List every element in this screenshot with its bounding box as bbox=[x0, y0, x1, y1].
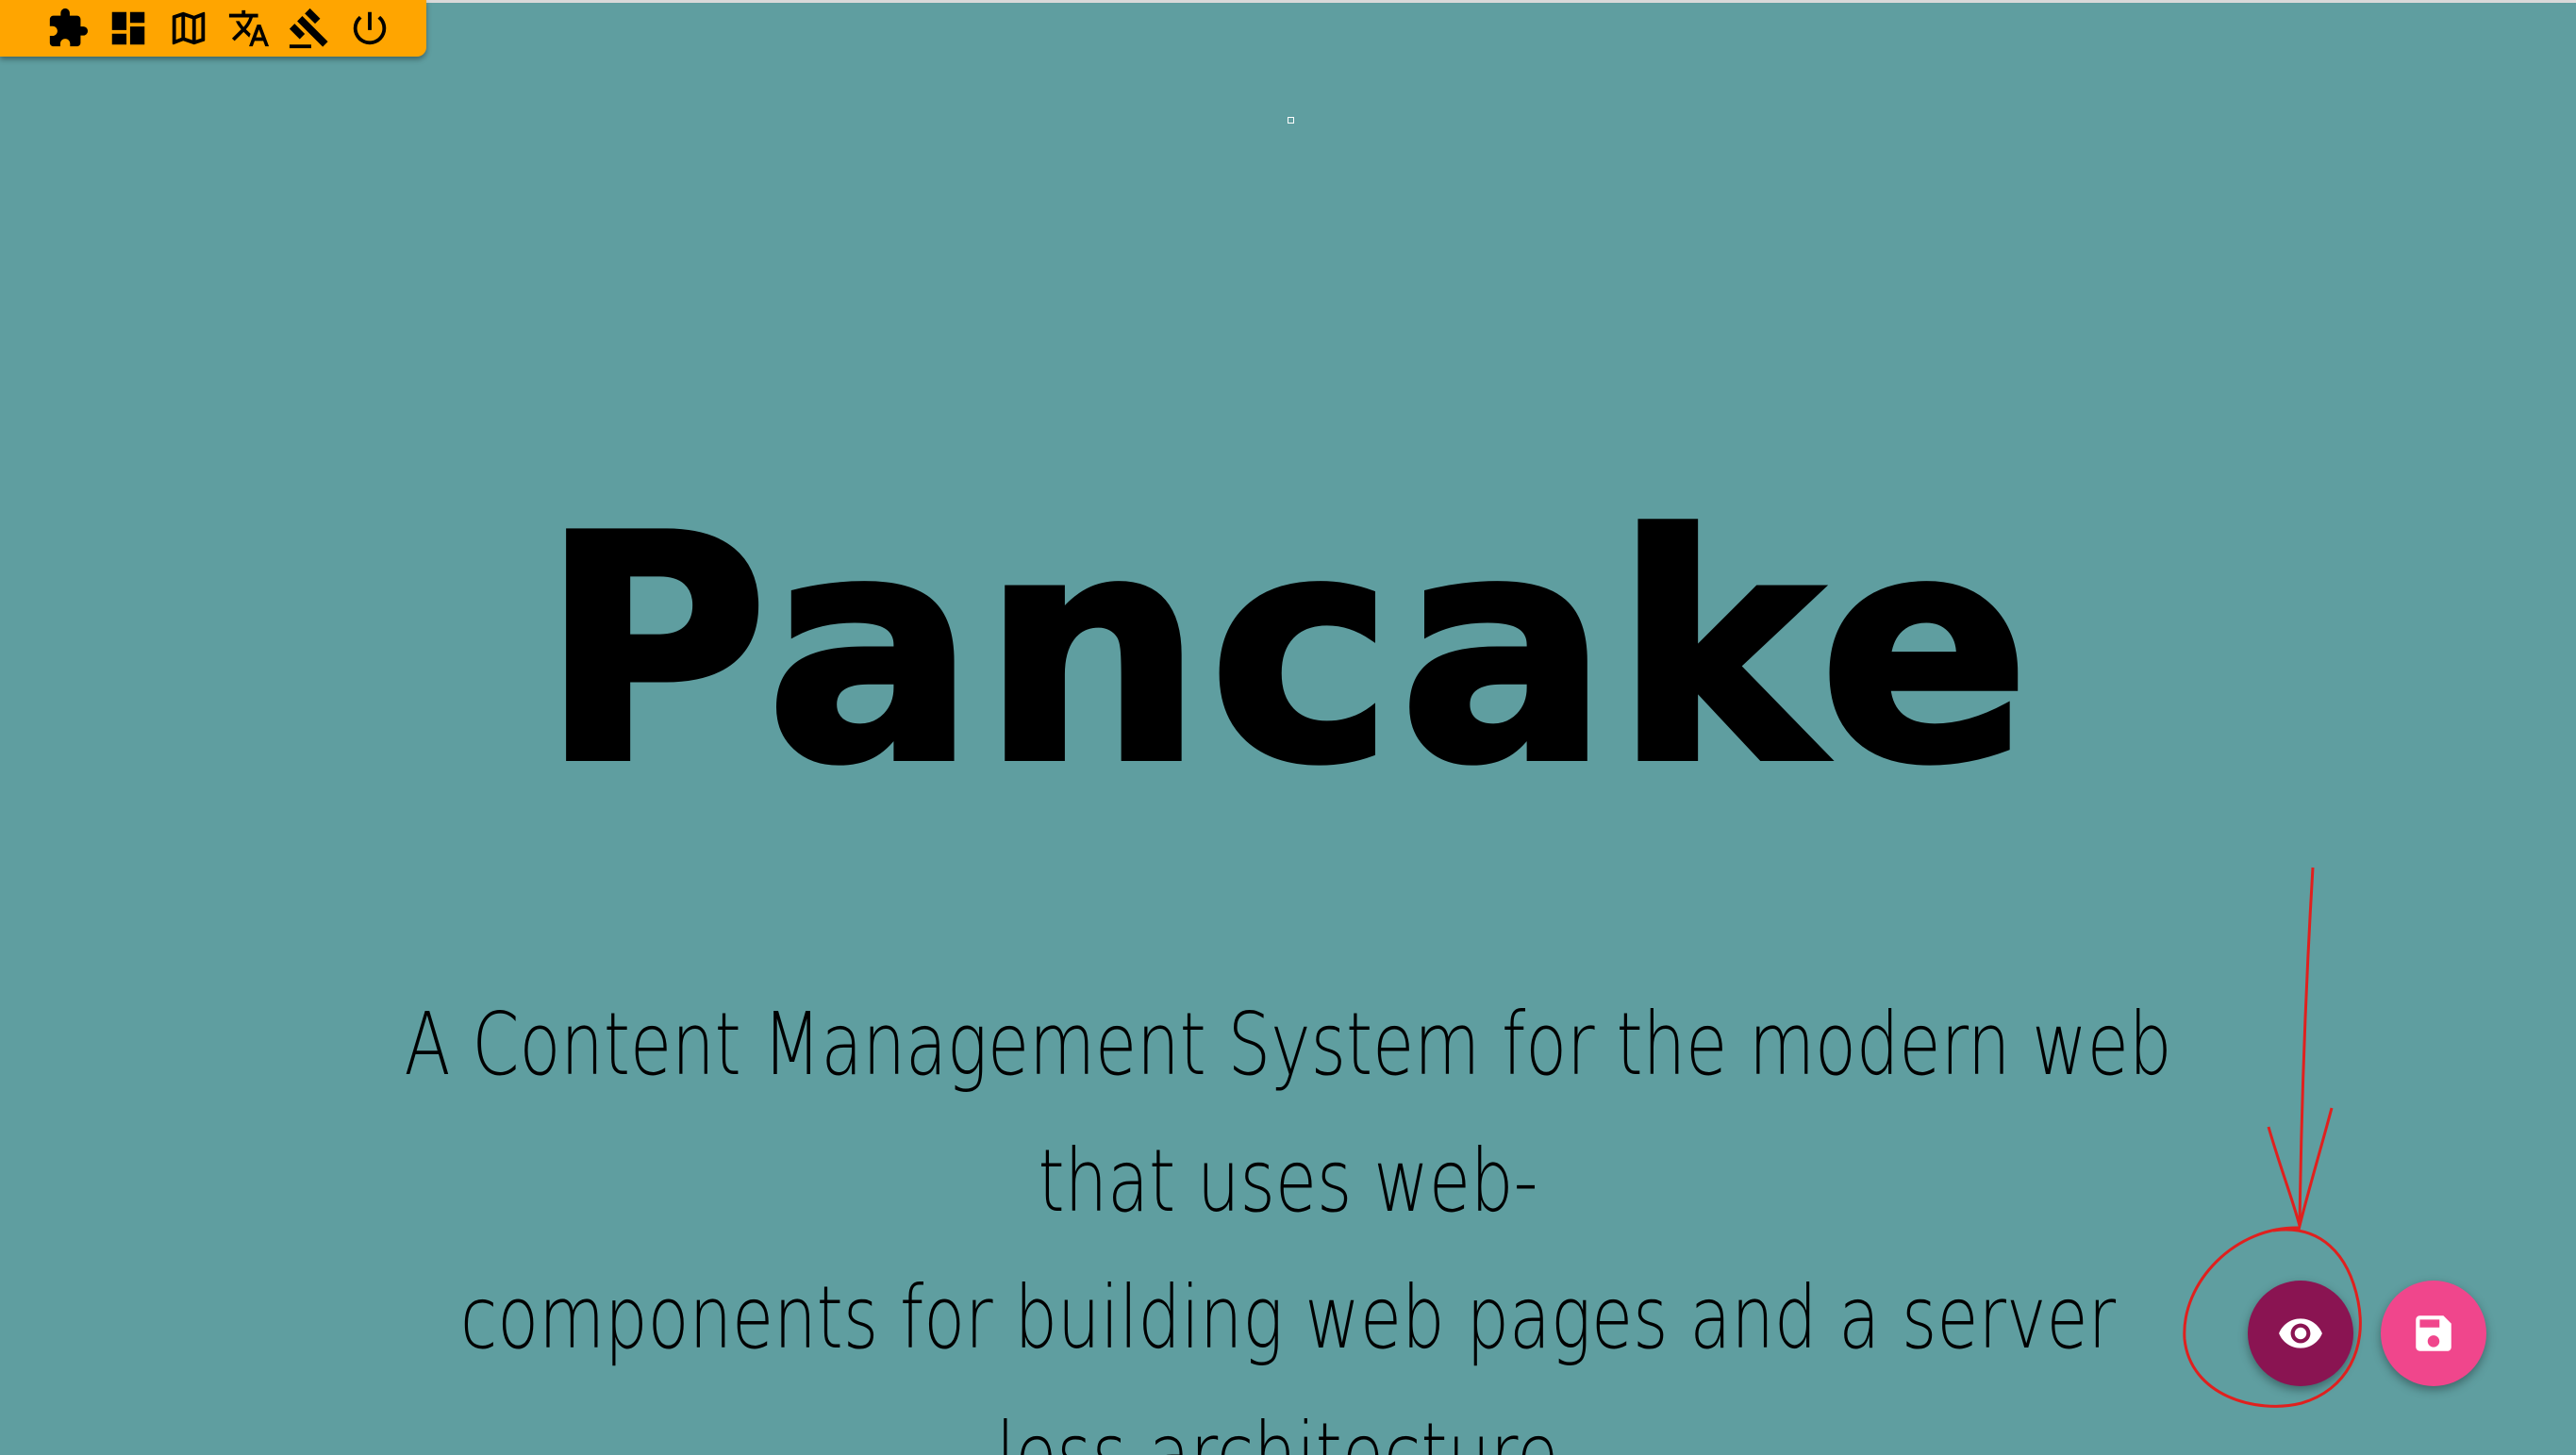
dashboard-icon bbox=[111, 11, 145, 45]
annotation-arrow bbox=[2298, 867, 2315, 1227]
puzzle-icon bbox=[49, 8, 89, 47]
save-button[interactable] bbox=[2381, 1281, 2486, 1386]
power-button[interactable] bbox=[340, 2, 400, 55]
translate-button[interactable] bbox=[219, 2, 279, 55]
map-button[interactable] bbox=[158, 2, 219, 55]
placeholder-marker bbox=[1288, 117, 1294, 124]
editor-toolbar bbox=[0, 0, 426, 57]
page-subtitle: A Content Management System for the mode… bbox=[387, 976, 2190, 1455]
translate-icon bbox=[228, 9, 270, 47]
dashboard-button[interactable] bbox=[98, 2, 158, 55]
subtitle-line-2: components for building web pages and a … bbox=[459, 1267, 2117, 1455]
map-icon bbox=[172, 11, 206, 45]
save-icon bbox=[2416, 1315, 2451, 1351]
page-title: Pancake bbox=[538, 470, 2036, 832]
gavel-button[interactable] bbox=[279, 2, 340, 55]
gavel-icon bbox=[289, 8, 328, 49]
subtitle-line-1: A Content Management System for the mode… bbox=[404, 994, 2172, 1232]
power-icon bbox=[353, 11, 387, 45]
preview-button[interactable] bbox=[2248, 1281, 2353, 1386]
plugins-button[interactable] bbox=[38, 2, 98, 55]
annotation-arrowhead bbox=[2267, 1107, 2334, 1232]
eye-icon bbox=[2279, 1318, 2322, 1348]
